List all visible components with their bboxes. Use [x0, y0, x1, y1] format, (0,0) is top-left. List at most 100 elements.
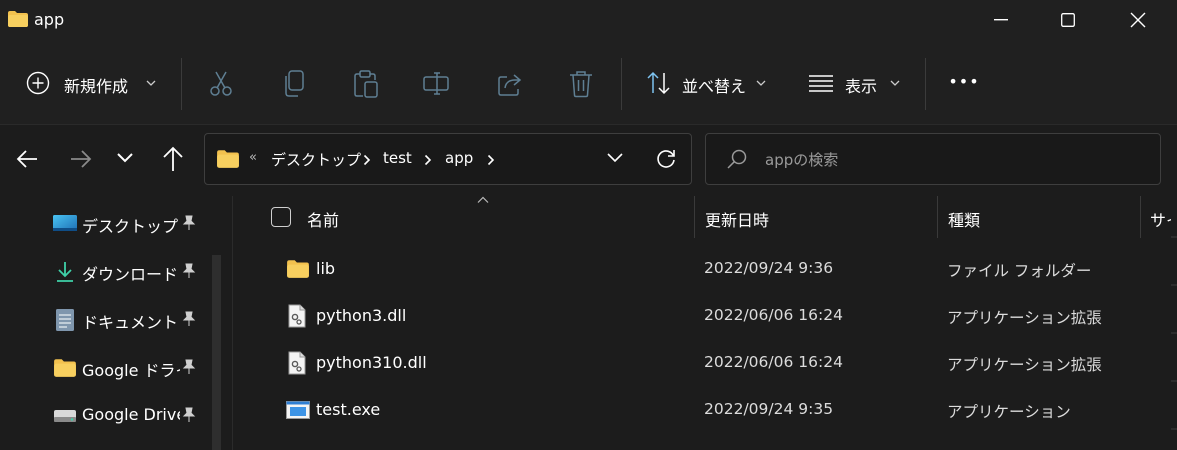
chevron-right-icon[interactable] — [487, 154, 495, 166]
file-row[interactable]: test.exe 2022/09/24 9:35 アプリケーション — [270, 387, 1150, 433]
share-icon — [498, 74, 522, 96]
minimize-button[interactable] — [978, 0, 1024, 40]
folder-icon — [216, 149, 240, 169]
file-type: アプリケーション拡張 — [947, 356, 1102, 374]
breadcrumb-item[interactable]: test — [383, 149, 412, 167]
copy-icon — [285, 70, 304, 97]
refresh-icon[interactable] — [655, 147, 677, 169]
column-header-name[interactable]: 名前 — [307, 207, 339, 231]
toolbar-divider — [925, 58, 926, 110]
plus-circle-icon — [26, 71, 50, 95]
select-all-checkbox[interactable] — [271, 207, 291, 227]
column-divider[interactable] — [937, 196, 938, 238]
file-name: test.exe — [316, 400, 381, 419]
trash-icon — [570, 71, 592, 98]
toolbar-divider — [621, 58, 622, 110]
file-row[interactable]: lib 2022/09/24 9:36 ファイル フォルダー — [270, 246, 1150, 292]
breadcrumb-item[interactable]: app — [445, 149, 473, 167]
sidebar-item-label: デスクトップ — [82, 217, 179, 236]
pin-icon[interactable] — [182, 215, 196, 231]
folder-icon — [7, 10, 29, 28]
sort-button[interactable]: 並べ替え — [640, 62, 775, 104]
dll-file-icon — [288, 351, 306, 375]
close-icon — [1130, 12, 1146, 28]
chevron-down-icon — [890, 80, 900, 86]
sidebar-item-google-drive-folder[interactable]: Google ドライブ — [50, 345, 210, 389]
chevron-right-icon[interactable] — [424, 154, 432, 166]
sort-ascending-indicator — [477, 196, 489, 203]
more-options-button[interactable]: ••• — [944, 72, 984, 96]
pin-icon[interactable] — [182, 311, 196, 327]
sidebar-item-label: Google Drive — [82, 405, 180, 424]
file-row[interactable]: python3.dll 2022/06/06 16:24 アプリケーション拡張 — [270, 293, 1150, 339]
column-header-type[interactable]: 種類 — [948, 207, 980, 231]
toolbar-divider — [181, 58, 182, 110]
rename-icon — [423, 72, 449, 95]
arrow-up-icon — [163, 146, 183, 171]
document-icon — [56, 309, 74, 331]
pane-divider — [232, 196, 233, 450]
file-name: python3.dll — [316, 306, 407, 325]
copy-button[interactable] — [282, 70, 306, 98]
pin-icon[interactable] — [182, 359, 196, 375]
recent-locations-button[interactable] — [116, 152, 134, 164]
dll-file-icon — [288, 304, 306, 328]
sidebar-item-label: ダウンロード — [82, 265, 179, 284]
sidebar-item-desktop[interactable]: デスクトップ — [50, 201, 210, 245]
back-button[interactable] — [14, 146, 40, 172]
file-type: アプリケーション拡張 — [947, 309, 1102, 327]
file-modified: 2022/09/24 9:36 — [704, 259, 834, 277]
close-button[interactable] — [1115, 0, 1161, 40]
minimize-icon — [994, 19, 1008, 21]
sidebar-item-downloads[interactable]: ダウンロード — [50, 249, 210, 293]
chevron-right-icon[interactable] — [363, 154, 371, 166]
rename-button[interactable] — [423, 71, 451, 97]
sidebar-item-label: Google ドライブ — [82, 361, 180, 380]
list-scrollbar[interactable] — [1171, 190, 1177, 450]
file-modified: 2022/06/06 16:24 — [704, 353, 843, 371]
chevron-down-icon — [117, 153, 133, 163]
column-divider[interactable] — [694, 196, 695, 238]
new-button[interactable]: 新規作成 — [18, 62, 163, 104]
maximize-button[interactable] — [1045, 0, 1091, 40]
sidebar-item-documents[interactable]: ドキュメント — [50, 297, 210, 341]
cut-button[interactable] — [208, 70, 234, 98]
exe-file-icon — [286, 401, 310, 419]
arrow-left-icon — [16, 150, 37, 168]
up-button[interactable] — [160, 145, 186, 173]
file-type: ファイル フォルダー — [947, 262, 1092, 280]
pin-icon[interactable] — [182, 263, 196, 279]
column-header-modified[interactable]: 更新日時 — [705, 207, 769, 231]
window-title: app — [34, 10, 65, 29]
share-button[interactable] — [497, 70, 523, 98]
file-name: lib — [316, 259, 336, 278]
column-divider[interactable] — [1140, 196, 1141, 238]
breadcrumb-overflow[interactable]: « — [249, 150, 257, 165]
view-button[interactable]: 表示 — [800, 62, 910, 104]
address-history-dropdown[interactable] — [606, 152, 624, 164]
paste-button[interactable] — [353, 70, 379, 98]
desktop-icon — [53, 215, 77, 231]
scissors-icon — [210, 71, 232, 96]
download-icon — [57, 262, 73, 282]
sidebar-item-label: ドキュメント — [82, 313, 179, 332]
file-name: python310.dll — [316, 353, 427, 372]
sidebar-item-google-drive[interactable]: Google Drive — [50, 393, 210, 437]
chevron-down-icon — [756, 80, 766, 86]
maximize-icon — [1061, 13, 1075, 27]
drive-icon — [54, 410, 76, 422]
sidebar-scrollbar[interactable] — [212, 255, 221, 450]
folder-icon — [54, 359, 76, 377]
breadcrumb-item[interactable]: デスクトップ — [271, 149, 361, 170]
delete-button[interactable] — [569, 70, 593, 98]
list-view-icon — [809, 75, 833, 92]
file-modified: 2022/09/24 9:35 — [704, 400, 834, 418]
pin-icon[interactable] — [182, 407, 196, 423]
file-type: アプリケーション — [947, 403, 1071, 421]
forward-button[interactable] — [68, 146, 94, 172]
new-label: 新規作成 — [64, 77, 129, 96]
search-placeholder[interactable]: appの検索 — [765, 149, 838, 170]
divider — [0, 124, 1177, 125]
file-row[interactable]: python310.dll 2022/06/06 16:24 アプリケーション拡… — [270, 340, 1150, 386]
sort-label: 並べ替え — [682, 77, 747, 96]
